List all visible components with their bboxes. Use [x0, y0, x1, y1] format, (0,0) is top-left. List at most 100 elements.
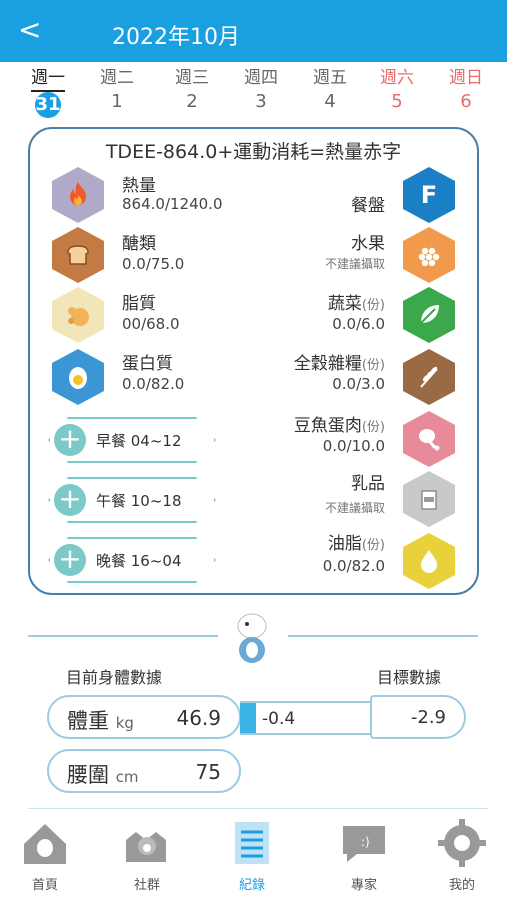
day-number: 6 — [460, 91, 472, 112]
target-data-label: 目標數據 — [377, 668, 442, 687]
chicken-icon — [52, 287, 104, 343]
milk-icon[interactable] — [403, 471, 455, 527]
chat-icon: :) — [343, 826, 385, 862]
top-app-bar: < 2022年10月 — [0, 0, 507, 62]
day-name: 週六 — [380, 68, 414, 88]
mascot-icon — [222, 606, 282, 668]
day-number: 1 — [111, 91, 123, 112]
plus-icon: + — [54, 424, 86, 456]
chevron-left-icon: < — [18, 13, 42, 46]
dairy-label: 乳品 — [351, 474, 385, 494]
waist-field[interactable]: 腰圍 cm 75 — [47, 749, 241, 793]
difference-fill — [240, 703, 256, 733]
card-title: TDEE-864.0+運動消耗=熱量赤字 — [105, 141, 402, 163]
divider-line-left — [28, 635, 218, 637]
day-name: 週二 — [100, 68, 134, 88]
tab-label: 專家 — [350, 878, 377, 893]
leaf-icon[interactable] — [403, 287, 455, 343]
tab-profile[interactable]: 我的 — [422, 816, 502, 893]
home-icon — [24, 824, 66, 864]
svg-text::): :) — [361, 835, 370, 849]
grapes-icon[interactable] — [403, 227, 455, 283]
protein-food-label: 豆魚蛋肉(份) — [293, 416, 385, 436]
day-name: 週三 — [175, 68, 209, 88]
calories-value: 864.0/1240.0 — [122, 195, 223, 213]
wheat-icon[interactable] — [403, 349, 455, 405]
protein-food-value: 0.0/10.0 — [322, 437, 385, 455]
flame-icon — [52, 167, 104, 223]
tab-record[interactable]: 紀錄 — [212, 816, 292, 893]
target-weight-value: -2.9 — [410, 707, 446, 728]
divider-line-right — [288, 635, 478, 637]
grains-value: 0.0/3.0 — [332, 375, 385, 393]
fruit-note: 不建議攝取 — [324, 257, 385, 271]
tab-community[interactable]: 社群 — [107, 816, 187, 893]
weight-field[interactable]: 體重 kg 46.9 — [47, 695, 241, 739]
day-tue[interactable]: 週二 1 — [89, 66, 145, 114]
nutrition-summary-card: TDEE-864.0+運動消耗=熱量赤字 熱量 864.0/1240.0 醣類 … — [28, 127, 479, 595]
fruit-label: 水果 — [351, 234, 385, 254]
vegetable-value: 0.0/6.0 — [332, 315, 385, 333]
target-weight-field[interactable]: -2.9 — [370, 695, 466, 739]
day-number: 4 — [324, 91, 336, 112]
week-selector: 週一 31 週二 1 週三 2 週四 3 週五 4 週六 5 週日 6 — [0, 66, 507, 118]
lunch-label: 午餐 10~18 — [96, 492, 182, 510]
day-name: 週四 — [244, 68, 278, 88]
tab-label: 紀錄 — [238, 878, 265, 893]
breakfast-label: 早餐 04~12 — [96, 432, 182, 450]
record-icon — [235, 822, 269, 864]
day-name: 週日 — [449, 68, 483, 88]
tab-home[interactable]: 首頁 — [5, 816, 85, 893]
waist-label: 腰圍 cm — [67, 763, 139, 787]
weight-value: 46.9 — [176, 706, 221, 730]
oil-label: 油脂(份) — [327, 534, 385, 554]
carbs-label: 醣類 — [122, 234, 156, 254]
day-mon[interactable]: 週一 31 — [20, 66, 76, 118]
calories-label: 熱量 — [122, 176, 156, 196]
plus-icon: + — [54, 484, 86, 516]
oil-drop-icon[interactable] — [403, 533, 455, 589]
day-number: 5 — [391, 91, 403, 112]
egg-icon — [52, 349, 104, 405]
current-body-data-label: 目前身體數據 — [66, 668, 163, 687]
tab-expert[interactable]: :) 專家 — [324, 816, 404, 893]
day-number: 3 — [255, 91, 267, 112]
weight-difference-value: -0.4 — [262, 709, 296, 729]
bread-icon — [52, 227, 104, 283]
protein-value: 0.0/82.0 — [122, 375, 185, 393]
tabbar-separator — [28, 808, 488, 809]
day-name: 週五 — [313, 68, 347, 88]
plate-label: 餐盤 — [351, 196, 385, 216]
day-sat[interactable]: 週六 5 — [369, 66, 425, 114]
day-thu[interactable]: 週四 3 — [233, 66, 289, 114]
day-number: 31 — [35, 92, 61, 118]
protein-label: 蛋白質 — [122, 354, 173, 374]
gear-icon — [438, 819, 486, 867]
tab-label: 首頁 — [31, 878, 58, 893]
day-wed[interactable]: 週三 2 — [164, 66, 220, 114]
plate-f-icon[interactable]: F — [403, 167, 455, 223]
dairy-note: 不建議攝取 — [324, 501, 385, 515]
back-button[interactable]: < — [18, 16, 48, 46]
day-name: 週一 — [31, 66, 65, 92]
fat-value: 00/68.0 — [122, 315, 180, 333]
drumstick-icon[interactable] — [403, 411, 455, 467]
vegetable-label: 蔬菜(份) — [327, 294, 385, 314]
add-dinner-button[interactable]: + 晚餐 16~04 — [48, 537, 216, 583]
day-number: 2 — [186, 91, 198, 112]
dinner-label: 晚餐 16~04 — [96, 552, 182, 570]
tab-label: 我的 — [448, 878, 475, 893]
weight-difference-bar: -0.4 — [240, 701, 376, 735]
weight-label: 體重 kg — [67, 709, 134, 733]
fat-label: 脂質 — [122, 294, 156, 314]
tab-label: 社群 — [133, 878, 160, 893]
add-lunch-button[interactable]: + 午餐 10~18 — [48, 477, 216, 523]
day-fri[interactable]: 週五 4 — [302, 66, 358, 114]
community-icon — [126, 832, 166, 862]
add-breakfast-button[interactable]: + 早餐 04~12 — [48, 417, 216, 463]
oil-value: 0.0/82.0 — [322, 557, 385, 575]
grains-label: 全穀雜糧(份) — [293, 354, 385, 374]
day-sun[interactable]: 週日 6 — [438, 66, 494, 114]
carbs-value: 0.0/75.0 — [122, 255, 185, 273]
waist-value: 75 — [195, 760, 221, 784]
